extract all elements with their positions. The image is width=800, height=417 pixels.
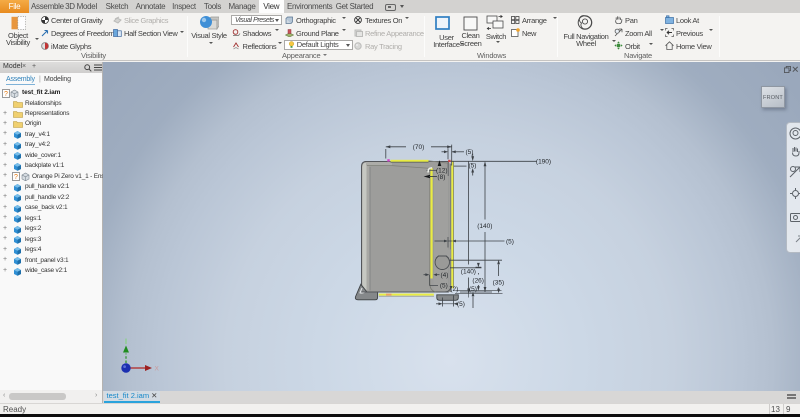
svg-text:?: ?: [14, 174, 18, 181]
svg-text:(8): (8): [437, 174, 445, 181]
svg-text:(4): (4): [441, 272, 449, 279]
svg-text:(5): (5): [440, 283, 448, 290]
svg-text:(70): (70): [413, 144, 425, 151]
svg-text:(35): (35): [493, 280, 505, 287]
svg-text:(26): (26): [472, 277, 484, 284]
svg-text:(140): (140): [477, 223, 492, 230]
svg-text:X: X: [155, 366, 160, 373]
svg-text:(5): (5): [466, 149, 474, 156]
svg-text:(5): (5): [506, 238, 514, 245]
svg-text:(190): (190): [536, 159, 551, 166]
svg-text:(5): (5): [457, 301, 465, 308]
svg-text:(140): (140): [461, 269, 476, 276]
svg-text:?: ?: [4, 91, 8, 98]
